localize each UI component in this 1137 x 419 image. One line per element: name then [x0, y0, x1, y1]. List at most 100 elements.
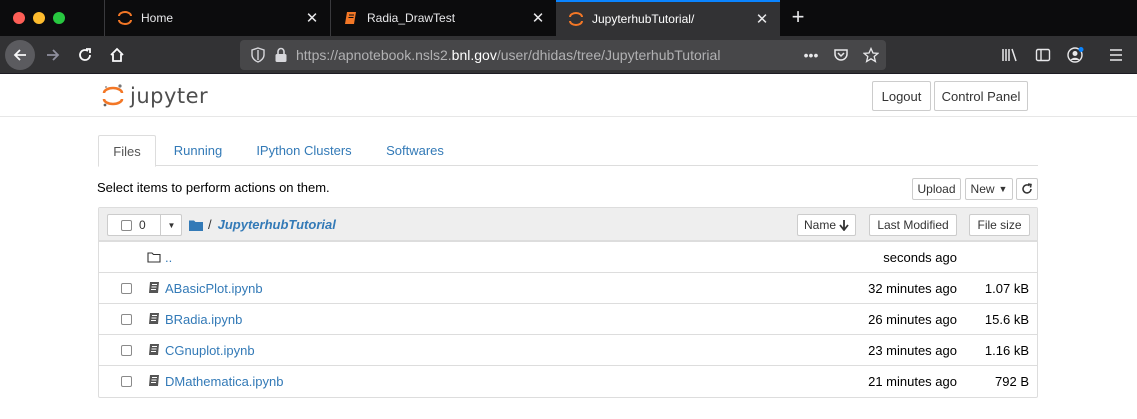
url-text[interactable]: https://apnotebook.nsls2.bnl.gov/user/dh…: [296, 47, 720, 63]
item-size: 1.07 kB: [984, 281, 1029, 296]
item-modified: 26 minutes ago: [868, 312, 957, 327]
browser-tab-home[interactable]: Home ✕: [104, 0, 330, 36]
shield-icon[interactable]: [250, 47, 266, 63]
breadcrumb: / JupyterhubTutorial: [189, 217, 336, 232]
back-button[interactable]: [5, 40, 35, 70]
selected-count: 0: [139, 218, 146, 232]
list-item-parent[interactable]: .. seconds ago: [99, 241, 1037, 272]
jupyter-logo-text: jupyter: [130, 84, 209, 108]
item-modified: 21 minutes ago: [868, 374, 957, 389]
url-prefix: https://apnotebook.nsls2.: [296, 47, 452, 63]
tab-softwares[interactable]: Softwares: [376, 135, 454, 166]
forward-button[interactable]: [38, 40, 68, 70]
close-tab-icon[interactable]: ✕: [526, 9, 550, 27]
list-item[interactable]: ABasicPlot.ipynb 32 minutes ago 1.07 kB: [99, 272, 1037, 303]
notebook-icon: [149, 375, 159, 386]
item-checkbox[interactable]: [121, 345, 132, 356]
tab-title: JupyterhubTutorial/: [592, 12, 695, 26]
window-zoom-button[interactable]: [53, 12, 65, 24]
url-path: /user/dhidas/tree/JupyterhubTutorial: [496, 47, 721, 63]
page-actions-icon[interactable]: •••: [802, 46, 820, 64]
jupyter-page: jupyter Logout Control Panel Files Runni…: [0, 75, 1137, 419]
item-name-link[interactable]: BRadia.ipynb: [165, 312, 242, 327]
item-modified: 32 minutes ago: [868, 281, 957, 296]
tab-title: Radia_DrawTest: [367, 11, 456, 25]
item-checkbox[interactable]: [121, 283, 132, 294]
list-item[interactable]: CGnuplot.ipynb 23 minutes ago 1.16 kB: [99, 334, 1037, 365]
parent-modified: seconds ago: [883, 250, 957, 265]
item-size: 792 B: [995, 374, 1029, 389]
sort-file-size-button[interactable]: File size: [969, 214, 1030, 236]
tab-ipython-clusters[interactable]: IPython Clusters: [248, 135, 360, 166]
arrow-down-icon: [839, 219, 849, 231]
parent-dir-link[interactable]: ..: [165, 250, 172, 265]
bookmark-star-icon[interactable]: [862, 46, 880, 64]
item-name-link[interactable]: ABasicPlot.ipynb: [165, 281, 263, 296]
jupyter-logo-icon: [102, 84, 124, 107]
list-item[interactable]: BRadia.ipynb 26 minutes ago 15.6 kB: [99, 303, 1037, 334]
logout-button[interactable]: Logout: [872, 81, 931, 111]
select-all-control[interactable]: 0 ▼: [107, 214, 182, 236]
item-checkbox[interactable]: [121, 376, 132, 387]
select-all-checkbox[interactable]: [121, 220, 132, 231]
close-tab-icon[interactable]: ✕: [300, 9, 324, 27]
tab-running[interactable]: Running: [164, 135, 232, 166]
control-panel-button[interactable]: Control Panel: [934, 81, 1028, 111]
jupyter-logo[interactable]: jupyter: [102, 83, 208, 109]
home-button[interactable]: [102, 40, 132, 70]
selection-hint: Select items to perform actions on them.: [97, 180, 330, 195]
sort-name-button[interactable]: Name: [797, 214, 856, 236]
reload-icon: [79, 48, 91, 61]
item-name-link[interactable]: DMathematica.ipynb: [165, 374, 284, 389]
item-name-link[interactable]: CGnuplot.ipynb: [165, 343, 255, 358]
item-size: 1.16 kB: [984, 343, 1029, 358]
menu-icon[interactable]: [1107, 46, 1125, 64]
notebook-list: 0 ▼ / JupyterhubTutorial Name Last Modif…: [98, 207, 1038, 398]
tab-files[interactable]: Files: [98, 135, 156, 167]
caret-down-icon: ▼: [167, 220, 176, 230]
jupyter-favicon-icon: [569, 12, 583, 26]
window-close-button[interactable]: [13, 12, 25, 24]
notebook-list-header: 0 ▼ / JupyterhubTutorial Name Last Modif…: [99, 208, 1037, 241]
notebook-icon: [149, 313, 159, 324]
lock-icon[interactable]: [274, 47, 288, 63]
new-tab-button[interactable]: +: [786, 3, 810, 31]
browser-tab-radia[interactable]: Radia_DrawTest ✕: [330, 0, 556, 36]
browser-tab-bar: Home ✕ Radia_DrawTest ✕ JupyterhubTutori…: [0, 0, 1137, 36]
refresh-icon: [1022, 183, 1032, 194]
upload-button[interactable]: Upload: [912, 178, 961, 200]
jupyter-favicon-icon: [118, 11, 132, 25]
notebook-icon: [149, 282, 159, 293]
window-minimize-button[interactable]: [33, 12, 45, 24]
url-host: bnl.gov: [451, 47, 497, 63]
caret-down-icon: ▼: [998, 184, 1008, 194]
sort-name-label: Name: [803, 218, 836, 232]
list-item[interactable]: DMathematica.ipynb 21 minutes ago 792 B: [99, 365, 1037, 396]
refresh-button[interactable]: [1016, 178, 1038, 200]
browser-tab-jupyterhubtutorial[interactable]: JupyterhubTutorial/ ✕: [556, 0, 780, 36]
pocket-icon[interactable]: [832, 46, 850, 64]
folder-icon[interactable]: [189, 219, 203, 231]
select-menu-button[interactable]: ▼: [160, 215, 182, 235]
notebook-favicon-icon: [345, 12, 356, 24]
notebook-icon: [149, 344, 159, 355]
item-modified: 23 minutes ago: [868, 343, 957, 358]
address-bar[interactable]: https://apnotebook.nsls2.bnl.gov/user/dh…: [240, 40, 886, 70]
dashboard-tabs: Files Running IPython Clusters Softwares: [98, 135, 1038, 167]
library-icon[interactable]: [1001, 46, 1019, 64]
reload-button[interactable]: [70, 40, 100, 70]
browser-toolbar: https://apnotebook.nsls2.bnl.gov/user/dh…: [0, 36, 1137, 74]
sidebar-icon[interactable]: [1034, 46, 1052, 64]
breadcrumb-current-dir[interactable]: JupyterhubTutorial: [218, 217, 336, 232]
new-dropdown-button[interactable]: New ▼: [965, 178, 1013, 200]
close-tab-icon[interactable]: ✕: [750, 10, 774, 28]
folder-open-icon: [147, 252, 161, 263]
arrow-right-icon: [47, 49, 60, 61]
home-icon: [110, 47, 124, 62]
account-icon[interactable]: [1066, 46, 1084, 64]
item-checkbox[interactable]: [121, 314, 132, 325]
breadcrumb-separator: /: [208, 217, 212, 232]
arrow-left-icon: [13, 49, 26, 61]
new-label: New: [970, 182, 995, 196]
sort-last-modified-button[interactable]: Last Modified: [869, 214, 957, 236]
